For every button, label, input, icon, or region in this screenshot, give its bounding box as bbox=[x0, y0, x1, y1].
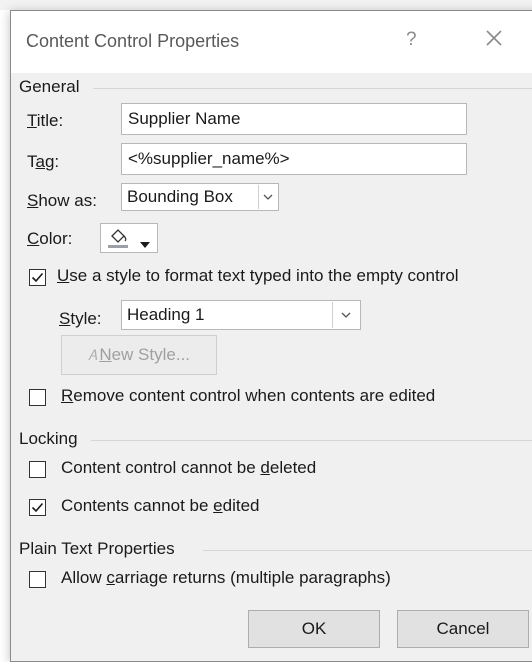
use-style-label: Use a style to format text typed into th… bbox=[57, 266, 459, 285]
color-picker-button[interactable] bbox=[100, 223, 158, 253]
close-icon[interactable] bbox=[481, 25, 507, 51]
cannot-edit-label: Contents cannot be edited bbox=[61, 496, 260, 515]
plain-text-section-heading: Plain Text Properties bbox=[19, 539, 175, 558]
carriage-returns-checkbox[interactable] bbox=[29, 571, 46, 588]
title-label: Title: bbox=[27, 111, 64, 130]
cannot-delete-checkbox[interactable] bbox=[29, 461, 46, 478]
chevron-down-icon[interactable] bbox=[258, 185, 277, 209]
content-control-properties-dialog: Content Control Properties ? General Tit… bbox=[10, 10, 532, 662]
show-as-label: Show as: bbox=[27, 191, 97, 210]
help-button[interactable]: ? bbox=[406, 29, 417, 51]
cannot-delete-label: Content control cannot be deleted bbox=[61, 458, 317, 477]
dropdown-arrow-icon bbox=[139, 234, 151, 254]
dialog-title: Content Control Properties bbox=[26, 31, 240, 51]
color-label: Color: bbox=[27, 229, 73, 248]
show-as-value: Bounding Box bbox=[127, 187, 233, 206]
use-style-checkbox[interactable] bbox=[29, 269, 46, 286]
locking-divider bbox=[91, 440, 532, 441]
locking-section-heading: Locking bbox=[19, 429, 78, 448]
cannot-edit-checkbox[interactable] bbox=[29, 499, 46, 516]
style-value: Heading 1 bbox=[127, 305, 205, 324]
cancel-button[interactable]: Cancel bbox=[397, 610, 529, 648]
ok-button[interactable]: OK bbox=[248, 610, 380, 648]
style-label: Style: bbox=[59, 309, 102, 328]
new-style-icon: 𝐴 bbox=[87, 347, 98, 363]
style-select[interactable]: Heading 1 bbox=[121, 300, 361, 330]
general-divider bbox=[93, 88, 532, 89]
background-window bbox=[0, 0, 532, 10]
title-bar: Content Control Properties ? bbox=[11, 11, 532, 73]
chevron-down-icon[interactable] bbox=[332, 302, 359, 328]
plain-text-divider bbox=[203, 550, 532, 551]
remove-control-label: Remove content control when contents are… bbox=[61, 386, 436, 405]
tag-label: Tag: bbox=[27, 152, 60, 171]
paint-bucket-icon bbox=[107, 227, 131, 254]
carriage-returns-label: Allow carriage returns (multiple paragra… bbox=[61, 568, 391, 587]
general-section-heading: General bbox=[19, 77, 80, 96]
title-input[interactable]: Supplier Name bbox=[121, 103, 467, 135]
tag-input[interactable]: <%supplier_name%> bbox=[121, 143, 467, 175]
show-as-select[interactable]: Bounding Box bbox=[121, 183, 279, 211]
new-style-button[interactable]: 𝐴 New Style... bbox=[61, 335, 217, 375]
remove-control-checkbox[interactable] bbox=[29, 389, 46, 406]
